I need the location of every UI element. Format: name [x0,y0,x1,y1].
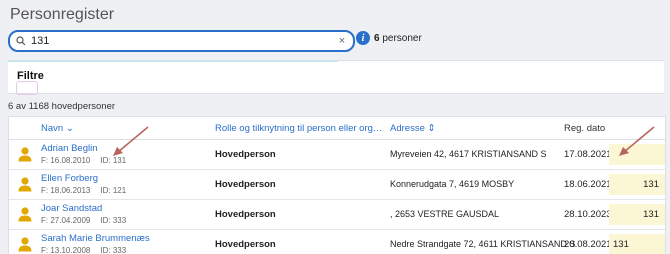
table-row[interactable]: Adrian Beglin F: 16.08.2010 ID: 131 Hoved… [9,140,665,170]
person-id: ID: 131 [100,156,127,165]
person-meta: F: 18.06.2013 ID: 121 [41,186,136,195]
reg-date: 28.10.2023 [564,209,612,220]
person-meta: F: 16.08.2010 ID: 131 [41,156,136,165]
address: Nedre Strandgate 72, 4611 KRISTIANSAND S [390,239,576,249]
role: Hovedperson [215,179,276,190]
table-row[interactable]: Joar Sandstad F: 27.04.2009 ID: 333 Hoved… [9,200,665,230]
column-header-reg-date: Reg. dato [564,123,606,134]
birth-date: F: 18.06.2013 [41,186,91,195]
result-count-suffix: personer [382,33,422,44]
clear-search-icon[interactable]: × [334,35,350,47]
birth-date: F: 16.08.2010 [41,156,91,165]
highlight-value: 131 [643,179,659,190]
person-meta: F: 27.04.2009 ID: 333 [41,216,136,225]
person-icon [17,146,33,162]
result-count: 6 personer [374,33,422,44]
person-name-link[interactable]: Adrian Beglin [41,143,98,154]
person-icon [17,236,33,252]
highlight-cell: 131 [609,234,665,254]
highlight-cell [609,144,665,165]
result-count-number: 6 [374,33,380,44]
search-field[interactable]: × [8,30,355,52]
column-header-role[interactable]: Rolle og tilknytning til person eller or… [215,123,383,134]
address: Myreveien 42, 4617 KRISTIANSAND S [390,149,547,159]
highlight-value: 131 [613,239,629,250]
table-row[interactable]: Ellen Forberg F: 18.06.2013 ID: 121 Hoved… [9,170,665,200]
search-input[interactable] [29,33,334,49]
birth-date: F: 27.04.2009 [41,216,91,225]
column-header-name[interactable]: Navn ⌄ [41,123,74,134]
results-summary: 6 av 1168 hovedpersoner [8,101,116,112]
decorative-mark [16,81,38,95]
person-id: ID: 121 [100,186,127,195]
divider [8,61,338,62]
info-icon[interactable]: i [356,31,370,45]
address: , 2653 VESTRE GAUSDAL [390,209,500,219]
role: Hovedperson [215,209,276,220]
person-icon [17,206,33,222]
column-header-address[interactable]: Adresse ⇕ [390,123,435,134]
person-table: Navn ⌄ Rolle og tilknytning til person e… [8,116,666,254]
filter-panel[interactable]: Filtre [8,60,664,95]
role: Hovedperson [215,149,276,160]
person-name-link[interactable]: Sarah Marie Brummenæs [41,233,150,244]
reg-date: 20.08.2021 [564,239,612,250]
highlight-cell: 131 [609,174,665,195]
highlight-value: 131 [643,209,659,220]
page-title: Personregister [10,6,115,23]
reg-date: 17.08.2021 [564,149,612,160]
person-name-link[interactable]: Ellen Forberg [41,173,98,184]
person-icon [17,176,33,192]
role: Hovedperson [215,239,276,250]
table-row[interactable]: Sarah Marie Brummenæs F: 13.10.2008 ID: 3… [9,230,665,254]
person-name-link[interactable]: Joar Sandstad [41,203,102,214]
address: Konnerudgata 7, 4619 MOSBY [390,179,515,189]
person-id: ID: 333 [100,216,127,225]
reg-date: 18.06.2021 [564,179,612,190]
highlight-cell: 131 [609,204,665,225]
search-icon [13,32,29,50]
